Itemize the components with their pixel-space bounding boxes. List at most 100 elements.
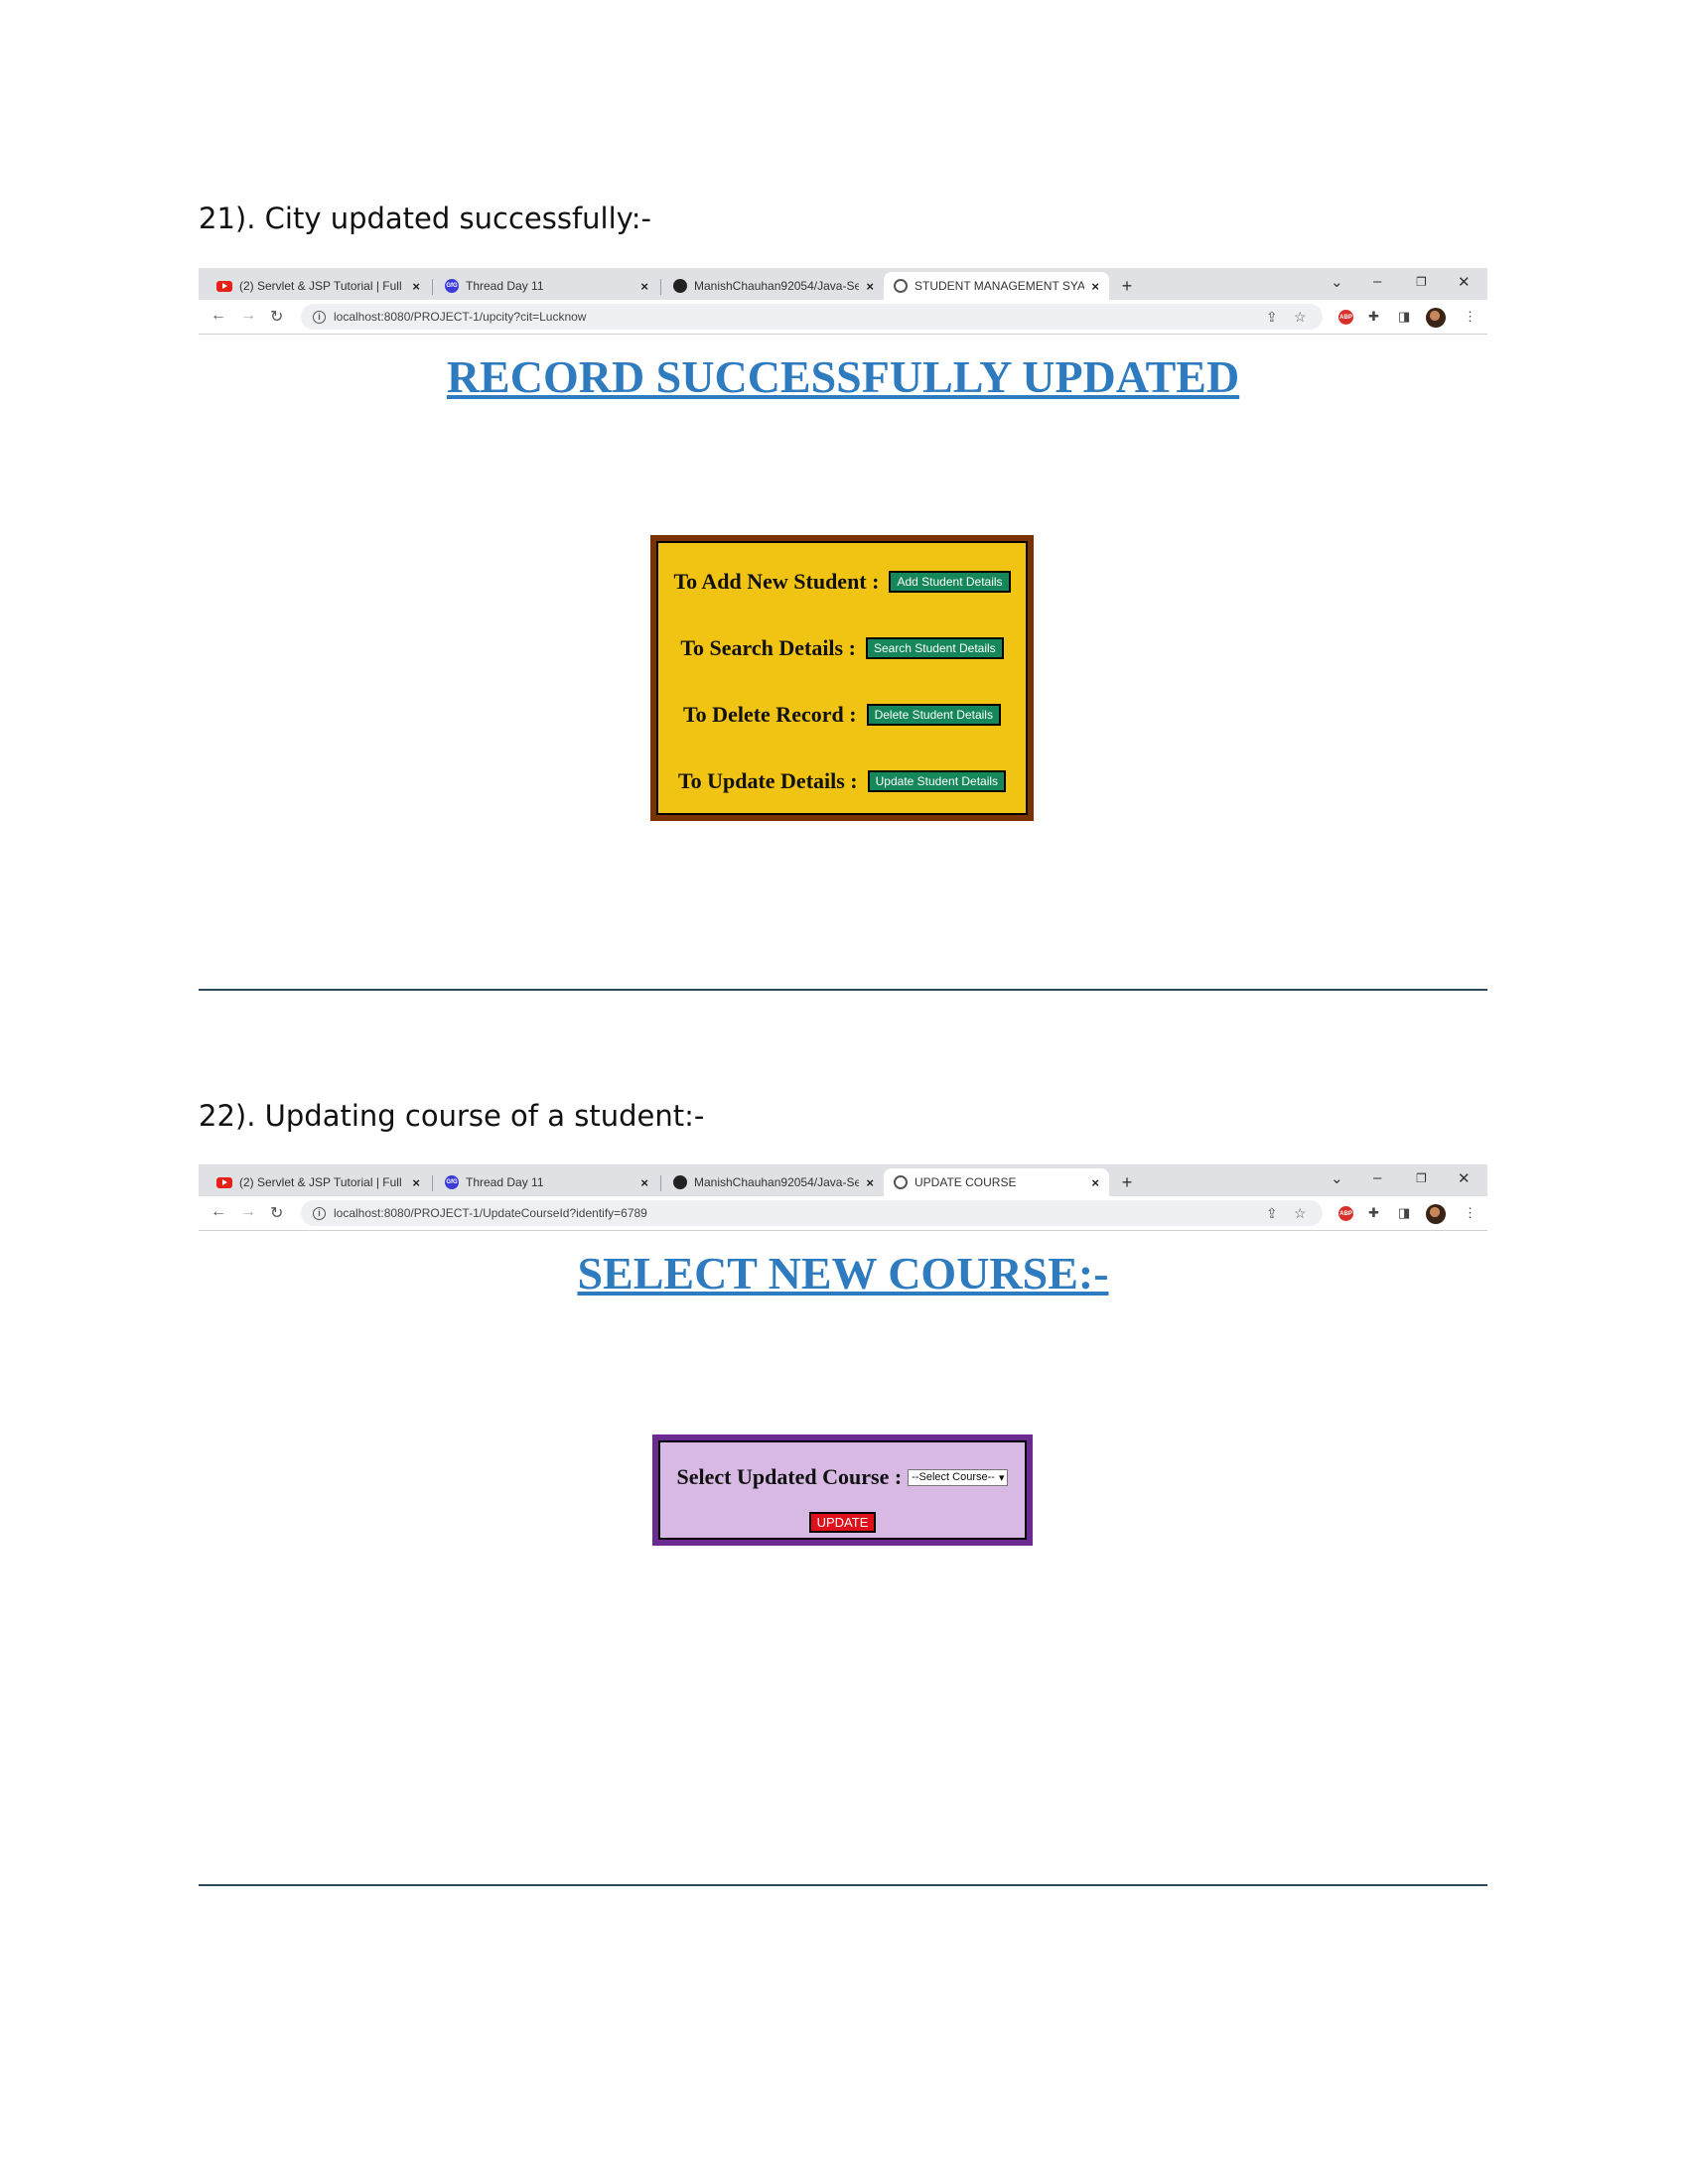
window-close-icon[interactable]: ✕: [1458, 1169, 1471, 1187]
course-select-value: --Select Course--: [912, 1471, 995, 1483]
close-icon[interactable]: ×: [640, 279, 648, 294]
restore-icon[interactable]: ❐: [1416, 275, 1427, 289]
tab-strip: (2) Servlet & JSP Tutorial | Full Co × G…: [199, 268, 1487, 300]
close-icon[interactable]: ×: [866, 279, 874, 294]
forward-icon[interactable]: →: [240, 307, 256, 325]
search-student-button[interactable]: Search Student Details: [865, 637, 1004, 659]
github-icon: [673, 1175, 687, 1189]
restore-icon[interactable]: ❐: [1416, 1171, 1427, 1185]
minimize-icon[interactable]: –: [1373, 273, 1381, 290]
tab-title: STUDENT MANAGEMENT SYATEM: [914, 279, 1085, 293]
address-bar: ← → ↻ i localhost:8080/PROJECT-1/upcity?…: [199, 300, 1487, 335]
side-panel-icon[interactable]: ◨: [1398, 1205, 1410, 1221]
add-student-button[interactable]: Add Student Details: [889, 571, 1011, 593]
tab-title: Thread Day 11: [466, 1175, 544, 1189]
section-heading-21: 21). City updated successfully:-: [199, 202, 651, 235]
section-heading-22: 22). Updating course of a student:-: [199, 1099, 705, 1133]
menu-row-delete: To Delete Record : Delete Student Detail…: [656, 702, 1028, 728]
back-icon[interactable]: ←: [211, 1203, 226, 1221]
info-icon[interactable]: i: [313, 310, 326, 324]
student-menu-panel: To Add New Student : Add Student Details…: [650, 535, 1034, 821]
menu-kebab-icon[interactable]: ⋮: [1464, 309, 1477, 325]
tab-strip: (2) Servlet & JSP Tutorial | Full Co × G…: [199, 1164, 1487, 1196]
window-close-icon[interactable]: ✕: [1458, 273, 1471, 291]
forward-icon[interactable]: →: [240, 1203, 256, 1221]
extensions-puzzle-icon[interactable]: ✚: [1368, 1205, 1379, 1221]
back-icon[interactable]: ←: [211, 307, 226, 325]
profile-avatar[interactable]: [1426, 1204, 1446, 1224]
tab-search-icon[interactable]: ⌄: [1331, 273, 1343, 291]
page-title: RECORD SUCCESSFULLY UPDATED: [446, 351, 1240, 402]
page-title: SELECT NEW COURSE:-: [577, 1248, 1109, 1298]
menu-row-update: To Update Details : Update Student Detai…: [656, 768, 1028, 794]
chevron-down-icon: ▾: [998, 1471, 1005, 1484]
adblock-icon[interactable]: ABP: [1338, 310, 1353, 325]
tab-github-repo[interactable]: ManishChauhan92054/Java-Servl ×: [663, 1168, 884, 1196]
tab-thread-day-11[interactable]: GfG Thread Day 11 ×: [435, 1168, 658, 1196]
tab-thread-day-11[interactable]: GfG Thread Day 11 ×: [435, 272, 658, 300]
gfg-icon: GfG: [445, 279, 459, 293]
menu-row-add: To Add New Student : Add Student Details: [656, 569, 1028, 595]
reload-icon[interactable]: ↻: [270, 307, 283, 327]
update-button[interactable]: UPDATE: [808, 1512, 877, 1533]
close-icon[interactable]: ×: [412, 279, 420, 294]
page-content: SELECT NEW COURSE:- Select Updated Cours…: [199, 1231, 1487, 1610]
menu-label: To Add New Student :: [673, 569, 880, 594]
browser-screenshot-21: (2) Servlet & JSP Tutorial | Full Co × G…: [199, 268, 1487, 864]
youtube-icon: [216, 280, 232, 292]
menu-label: To Search Details :: [680, 635, 856, 660]
url-text: localhost:8080/PROJECT-1/upcity?cit=Luck…: [334, 310, 587, 324]
url-text: localhost:8080/PROJECT-1/UpdateCourseId?…: [334, 1206, 647, 1220]
share-icon[interactable]: ⇪: [1266, 1205, 1278, 1222]
bookmark-star-icon[interactable]: ☆: [1294, 309, 1307, 326]
side-panel-icon[interactable]: ◨: [1398, 309, 1410, 325]
tab-search-icon[interactable]: ⌄: [1331, 1169, 1343, 1187]
menu-label: To Delete Record :: [683, 702, 857, 727]
close-icon[interactable]: ×: [866, 1175, 874, 1190]
url-field[interactable]: i localhost:8080/PROJECT-1/upcity?cit=Lu…: [301, 304, 1323, 330]
globe-icon: [894, 279, 908, 293]
browser-screenshot-22: (2) Servlet & JSP Tutorial | Full Co × G…: [199, 1164, 1487, 1611]
reload-icon[interactable]: ↻: [270, 1203, 283, 1223]
tab-title: ManishChauhan92054/Java-Servl: [694, 279, 860, 293]
tab-title: (2) Servlet & JSP Tutorial | Full Co: [239, 279, 406, 293]
new-tab-icon[interactable]: +: [1117, 1172, 1137, 1192]
close-icon[interactable]: ×: [412, 1175, 420, 1190]
tab-title: Thread Day 11: [466, 279, 544, 293]
address-bar: ← → ↻ i localhost:8080/PROJECT-1/UpdateC…: [199, 1196, 1487, 1231]
menu-label: To Update Details :: [677, 768, 858, 793]
course-select-row: Select Updated Course : --Select Course-…: [658, 1464, 1027, 1490]
tab-active-page[interactable]: STUDENT MANAGEMENT SYATEM ×: [884, 272, 1109, 300]
tab-title: UPDATE COURSE: [914, 1175, 1017, 1189]
profile-avatar[interactable]: [1426, 308, 1446, 328]
update-button-row: UPDATE: [658, 1512, 1027, 1533]
section-divider: [199, 1884, 1487, 1886]
extensions-puzzle-icon[interactable]: ✚: [1368, 309, 1379, 325]
tab-servlet-tutorial[interactable]: (2) Servlet & JSP Tutorial | Full Co ×: [207, 1168, 430, 1196]
adblock-icon[interactable]: ABP: [1338, 1206, 1353, 1221]
close-icon[interactable]: ×: [1091, 279, 1099, 294]
tab-title: (2) Servlet & JSP Tutorial | Full Co: [239, 1175, 406, 1189]
bookmark-star-icon[interactable]: ☆: [1294, 1205, 1307, 1222]
delete-student-button[interactable]: Delete Student Details: [866, 704, 1001, 726]
new-tab-icon[interactable]: +: [1117, 276, 1137, 296]
tab-active-page[interactable]: UPDATE COURSE ×: [884, 1168, 1109, 1196]
close-icon[interactable]: ×: [640, 1175, 648, 1190]
update-student-button[interactable]: Update Student Details: [867, 770, 1007, 792]
close-icon[interactable]: ×: [1091, 1175, 1099, 1190]
menu-kebab-icon[interactable]: ⋮: [1464, 1205, 1477, 1221]
tab-github-repo[interactable]: ManishChauhan92054/Java-Servl ×: [663, 272, 884, 300]
page-content: RECORD SUCCESSFULLY UPDATED To Add New S…: [199, 335, 1487, 863]
share-icon[interactable]: ⇪: [1266, 309, 1278, 326]
course-select-label: Select Updated Course :: [676, 1464, 903, 1489]
globe-icon: [894, 1175, 908, 1189]
minimize-icon[interactable]: –: [1373, 1169, 1381, 1186]
github-icon: [673, 279, 687, 293]
course-select-dropdown[interactable]: --Select Course-- ▾: [908, 1468, 1009, 1486]
tab-servlet-tutorial[interactable]: (2) Servlet & JSP Tutorial | Full Co ×: [207, 272, 430, 300]
update-course-form: Select Updated Course : --Select Course-…: [652, 1434, 1033, 1546]
url-field[interactable]: i localhost:8080/PROJECT-1/UpdateCourseI…: [301, 1200, 1323, 1226]
gfg-icon: GfG: [445, 1175, 459, 1189]
menu-row-search: To Search Details : Search Student Detai…: [656, 635, 1028, 661]
info-icon[interactable]: i: [313, 1206, 326, 1220]
